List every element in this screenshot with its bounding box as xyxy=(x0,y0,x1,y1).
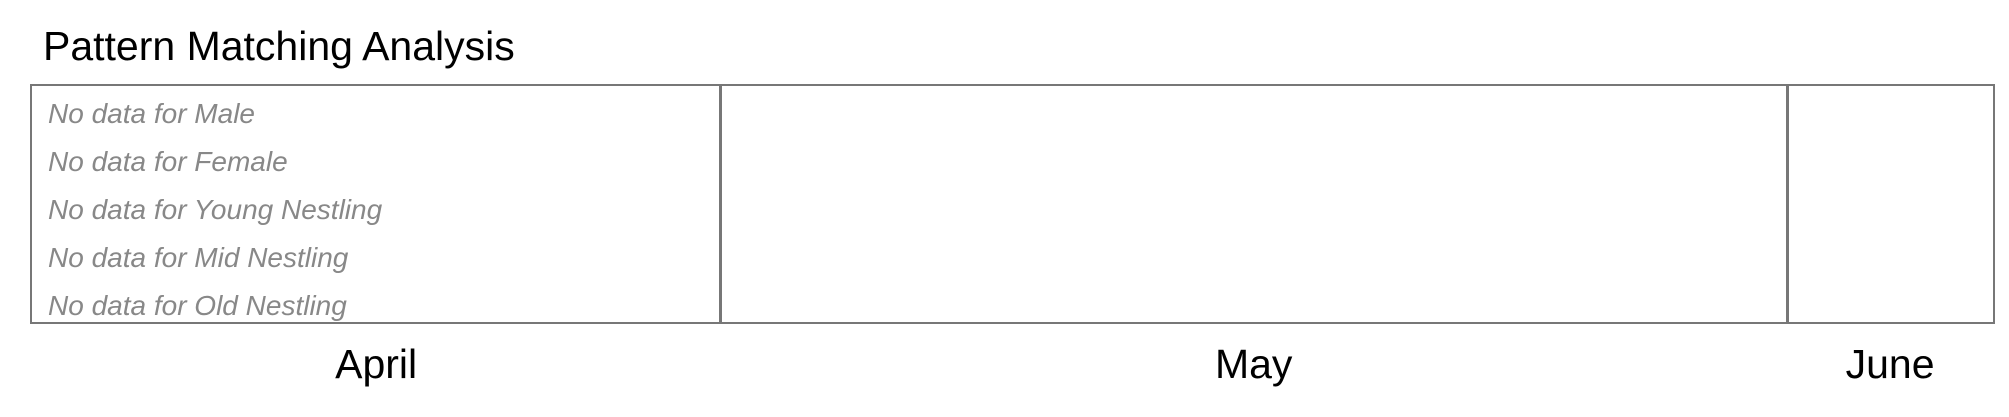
chart-title: Pattern Matching Analysis xyxy=(43,23,515,69)
no-data-female: No data for Female xyxy=(48,146,288,177)
month-divider-may xyxy=(719,86,723,322)
no-data-young-nestling: No data for Young Nestling xyxy=(48,194,383,225)
month-label-may: May xyxy=(1214,341,1293,387)
no-data-male: No data for Male xyxy=(48,98,255,129)
no-data-mid-nestling: No data for Mid Nestling xyxy=(48,242,349,273)
timeline-frame: No data for Male No data for Female No d… xyxy=(30,84,1995,324)
month-label-june: June xyxy=(1845,341,1935,387)
month-label-april: April xyxy=(335,341,418,387)
no-data-old-nestling: No data for Old Nestling xyxy=(48,290,347,321)
no-data-list: No data for Male No data for Female No d… xyxy=(48,90,382,330)
month-divider-june xyxy=(1786,86,1790,322)
